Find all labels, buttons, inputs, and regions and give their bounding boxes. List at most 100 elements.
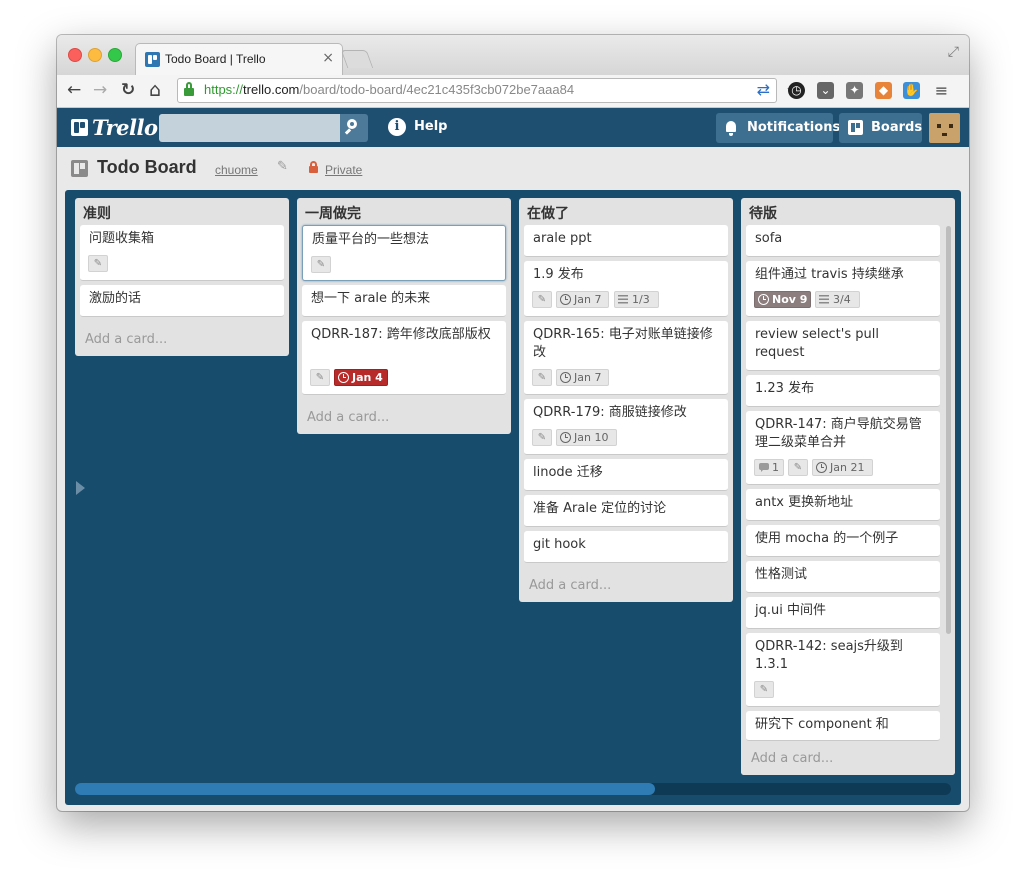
- list-title[interactable]: 在做了: [527, 203, 569, 223]
- card[interactable]: QDRR-147: 商户导航交易管理二级菜单合并 1 ✎ Jan 21: [746, 411, 940, 485]
- comments-badge: 1: [754, 459, 784, 476]
- edit-icon[interactable]: ✎: [532, 291, 552, 308]
- pocket-icon[interactable]: ⌄: [817, 82, 834, 99]
- add-card-link[interactable]: Add a card...: [85, 332, 167, 347]
- card[interactable]: 质量平台的一些想法 ✎: [302, 225, 506, 281]
- search-button[interactable]: [340, 114, 368, 142]
- card[interactable]: git hook: [524, 531, 728, 563]
- edit-icon[interactable]: ✎: [754, 681, 774, 698]
- clock-extension-icon[interactable]: ◷: [788, 82, 805, 99]
- card[interactable]: 激励的话: [80, 285, 284, 317]
- card[interactable]: 1.9 发布 ✎ Jan 7 1/3: [524, 261, 728, 317]
- horizontal-scrollbar-thumb[interactable]: [75, 783, 655, 795]
- new-tab-button[interactable]: [340, 50, 374, 68]
- boards-icon: [848, 120, 863, 135]
- card[interactable]: 组件通过 travis 持续继承 Nov 9 3/4: [746, 261, 940, 317]
- card[interactable]: linode 迁移: [524, 459, 728, 491]
- browser-toolbar: ← → ↻ ⌂ https://trello.com/board/todo-bo…: [57, 75, 969, 108]
- clock-icon: [560, 432, 571, 443]
- notifications-button[interactable]: Notifications: [716, 113, 840, 143]
- minimize-window-button[interactable]: [88, 48, 102, 62]
- list-title[interactable]: 待版: [749, 203, 777, 223]
- tab-strip: Todo Board | Trello × ⤢: [57, 35, 969, 76]
- close-window-button[interactable]: [68, 48, 82, 62]
- list-title[interactable]: 一周做完: [305, 203, 361, 223]
- redirect-icon[interactable]: ⇄: [757, 80, 770, 99]
- card-title: QDRR-179: 商服链接修改: [533, 405, 687, 420]
- avatar[interactable]: [929, 113, 960, 143]
- edit-icon[interactable]: ✎: [532, 429, 552, 446]
- card-title: QDRR-187: 跨年修改底部版权: [311, 327, 491, 342]
- edit-icon[interactable]: ✎: [310, 369, 330, 386]
- edit-icon[interactable]: ✎: [88, 255, 108, 272]
- card[interactable]: QDRR-142: seajs升级到 1.3.1 ✎: [746, 633, 940, 707]
- boards-button[interactable]: Boards: [839, 113, 922, 143]
- hand-icon[interactable]: ✋: [903, 82, 920, 99]
- checklist-badge: 3/4: [815, 291, 860, 308]
- search-input[interactable]: [159, 114, 340, 142]
- edit-icon[interactable]: ✎: [788, 459, 808, 476]
- card[interactable]: jq.ui 中间件: [746, 597, 940, 629]
- back-icon[interactable]: ←: [67, 80, 81, 100]
- fullscreen-icon[interactable]: ⤢: [948, 44, 959, 60]
- due-date-badge: Jan 4: [334, 369, 388, 386]
- card-title: antx 更换新地址: [755, 495, 854, 510]
- card[interactable]: 问题收集箱 ✎: [80, 225, 284, 281]
- clock-icon: [758, 294, 769, 305]
- tab-title: Todo Board | Trello: [165, 52, 266, 66]
- board-icon: [71, 160, 88, 177]
- card[interactable]: 使用 mocha 的一个例子: [746, 525, 940, 557]
- card[interactable]: 研究下 component 和: [746, 711, 940, 741]
- add-card-link[interactable]: Add a card...: [307, 410, 389, 425]
- due-date-badge: Nov 9: [754, 291, 811, 308]
- zoom-window-button[interactable]: [108, 48, 122, 62]
- card-title: review select's pull request: [755, 327, 879, 360]
- card[interactable]: QDRR-187: 跨年修改底部版权 ✎ Jan 4: [302, 321, 506, 395]
- card[interactable]: 性格测试: [746, 561, 940, 593]
- card[interactable]: QDRR-179: 商服链接修改 ✎ Jan 10: [524, 399, 728, 455]
- card-title: sofa: [755, 231, 783, 246]
- browser-window: Todo Board | Trello × ⤢ ← → ↻ ⌂ https://…: [57, 35, 969, 811]
- card-title: 激励的话: [89, 291, 142, 306]
- card-title: git hook: [533, 537, 586, 552]
- sidebar-expand-icon[interactable]: [76, 481, 85, 495]
- card[interactable]: 想一下 arale 的未来: [302, 285, 506, 317]
- list-scrollbar[interactable]: [946, 226, 951, 634]
- edit-icon[interactable]: ✎: [532, 369, 552, 386]
- home-icon[interactable]: ⌂: [149, 80, 161, 100]
- board-visibility-link[interactable]: Private: [325, 163, 362, 177]
- card[interactable]: antx 更换新地址: [746, 489, 940, 521]
- puzzle-icon[interactable]: ✦: [846, 82, 863, 99]
- forward-icon[interactable]: →: [93, 80, 107, 100]
- reload-icon[interactable]: ↻: [121, 80, 135, 100]
- card[interactable]: arale ppt: [524, 225, 728, 257]
- address-bar[interactable]: https://trello.com/board/todo-board/4ec2…: [177, 78, 802, 103]
- list-title[interactable]: 准则: [83, 203, 111, 223]
- shield-icon[interactable]: ◆: [875, 82, 892, 99]
- card[interactable]: 1.23 发布: [746, 375, 940, 407]
- comment-icon: [759, 463, 769, 472]
- card[interactable]: sofa: [746, 225, 940, 257]
- help-label: Help: [414, 119, 448, 134]
- browser-tab[interactable]: Todo Board | Trello ×: [135, 43, 343, 76]
- lock-icon: [309, 161, 318, 173]
- edit-icon[interactable]: ✎: [311, 256, 331, 273]
- card[interactable]: review select's pull request: [746, 321, 940, 371]
- card[interactable]: QDRR-165: 电子对账单链接修改 ✎ Jan 7: [524, 321, 728, 395]
- menu-icon[interactable]: ≡: [933, 82, 950, 99]
- tab-close-icon[interactable]: ×: [322, 50, 334, 66]
- board-canvas: 准则 问题收集箱 ✎ 激励的话 Add a card... 一周做完 质量平台的…: [65, 190, 961, 805]
- card[interactable]: 准备 Arale 定位的讨论: [524, 495, 728, 527]
- pencil-icon[interactable]: ✎: [277, 159, 288, 174]
- board-org-link[interactable]: chuome: [215, 163, 258, 177]
- clock-icon: [816, 462, 827, 473]
- checklist-badge: 1/3: [614, 291, 659, 308]
- card-title: 问题收集箱: [89, 231, 155, 246]
- board-title[interactable]: Todo Board: [97, 157, 197, 178]
- url-text: https://trello.com/board/todo-board/4ec2…: [204, 82, 575, 97]
- card-title: QDRR-147: 商户导航交易管理二级菜单合并: [755, 417, 922, 450]
- add-card-link[interactable]: Add a card...: [529, 578, 611, 593]
- trello-logo-text: Trello: [92, 115, 158, 140]
- horizontal-scrollbar[interactable]: [75, 783, 951, 795]
- add-card-link[interactable]: Add a card...: [751, 751, 833, 766]
